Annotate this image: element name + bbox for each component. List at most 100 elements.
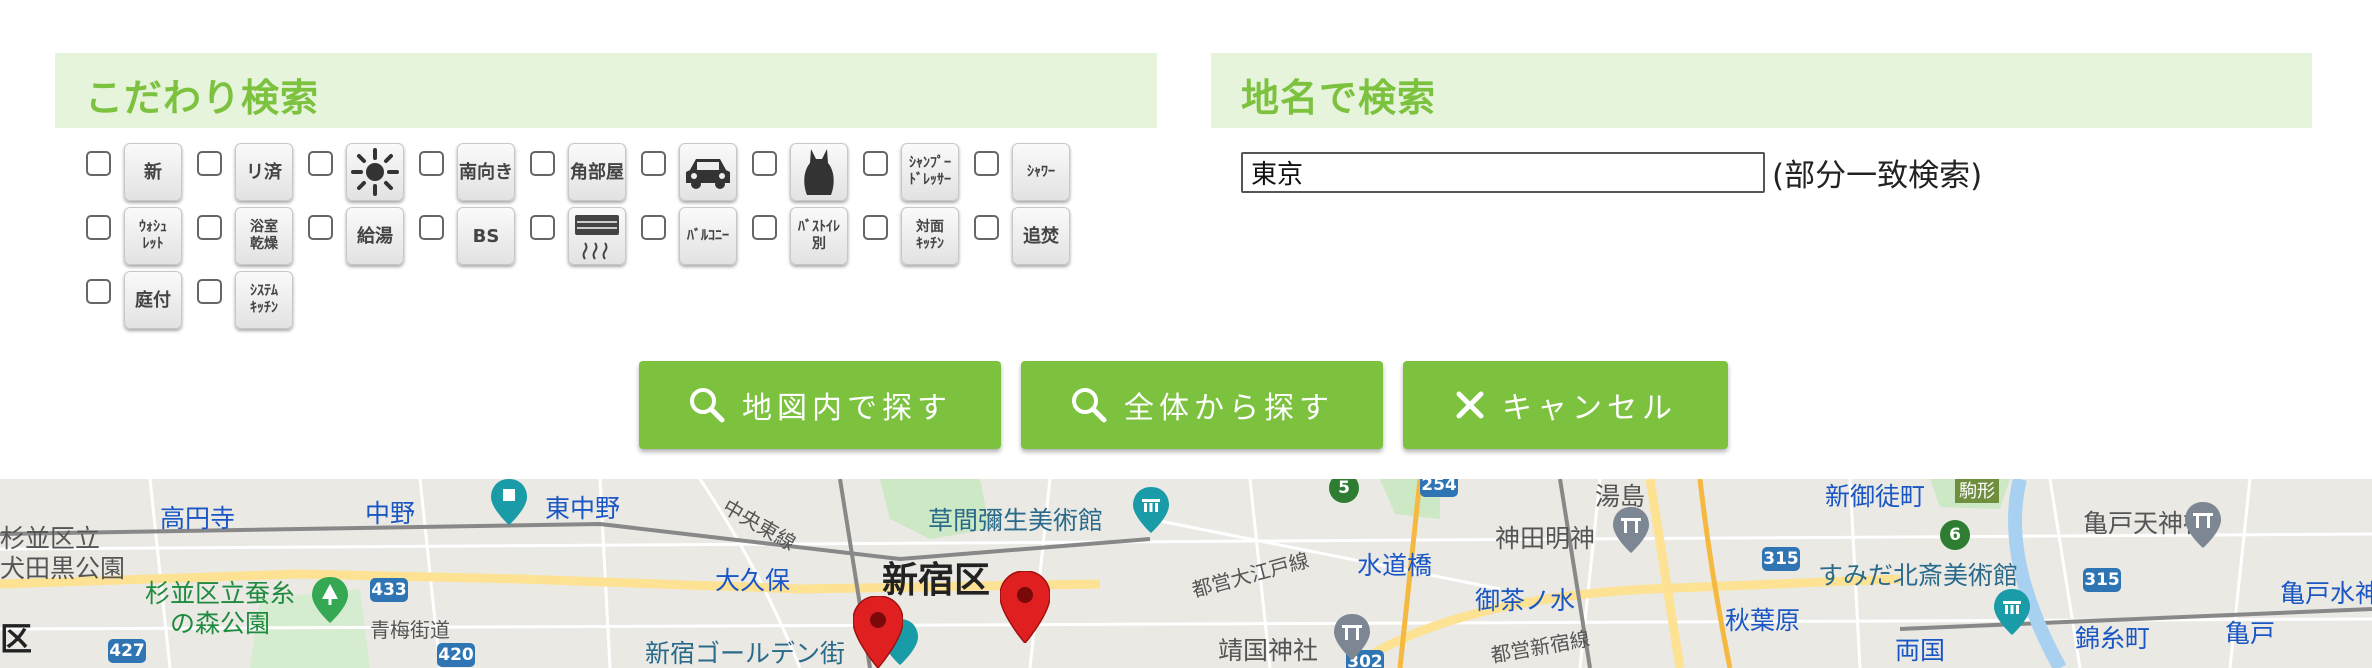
feature-tile-label: 給湯	[357, 225, 393, 247]
cat-icon[interactable]	[790, 143, 848, 201]
place-panel-title: 地名で検索	[1241, 76, 1437, 120]
property-pin-icon[interactable]	[1000, 571, 1050, 643]
map-label: 錦糸町	[2075, 624, 2151, 653]
feature-tile-label: 追焚	[1023, 225, 1059, 247]
route-shield: 315	[2083, 568, 2121, 592]
feature-checkbox[interactable]	[641, 215, 666, 240]
car-icon[interactable]	[679, 143, 737, 201]
cancel-button[interactable]: キャンセル	[1403, 361, 1728, 449]
map-label: 高円寺	[160, 504, 236, 533]
map-label: 新宿ゴールデン街	[645, 639, 846, 668]
feature-tile-label: リ済	[246, 161, 282, 183]
route-shield: 427	[108, 639, 146, 663]
feature-checkbox[interactable]	[974, 151, 999, 176]
feature-tile[interactable]: 浴室 乾燥	[235, 207, 293, 265]
map-label: 両国	[1895, 636, 1946, 665]
feature-tile-label: ﾊﾞｽﾄｲﾚ 別	[798, 219, 840, 252]
search-in-map-label: 地図内で探す	[742, 391, 952, 426]
feature-tile-label: 庭付	[135, 289, 171, 311]
map-label: 中野	[365, 499, 416, 528]
museum-marker-icon	[1133, 487, 1169, 533]
feature-tile[interactable]: BS	[457, 207, 515, 265]
close-icon	[1454, 389, 1486, 421]
map-label: 秋葉原	[1725, 606, 1801, 635]
feature-tile[interactable]: 対面 ｷｯﾁﾝ	[901, 207, 959, 265]
map-label: 青梅街道	[370, 618, 450, 642]
poi-marker-icon	[491, 479, 527, 525]
feature-tile[interactable]: リ済	[235, 143, 293, 201]
feature-checkbox[interactable]	[86, 215, 111, 240]
feature-tile-label: 新	[144, 161, 162, 183]
map-label: 東中野	[545, 494, 621, 523]
feature-tile-label: BS	[472, 225, 500, 247]
feature-tile[interactable]: ｼｬﾝﾌﾟｰ ﾄﾞﾚｯｻｰ	[901, 143, 959, 201]
feature-checkbox[interactable]	[197, 215, 222, 240]
feature-checkbox[interactable]	[308, 215, 333, 240]
shrine-marker-icon	[2185, 502, 2221, 548]
route-shield: 254	[1420, 479, 1458, 497]
route-shield: 420	[437, 643, 475, 667]
feature-checkbox[interactable]	[530, 215, 555, 240]
filter-panel-header: こだわり検索	[55, 53, 1157, 128]
feature-tile[interactable]: 追焚	[1012, 207, 1070, 265]
feature-tile[interactable]: ｳｫｼｭ ﾚｯﾄ	[124, 207, 182, 265]
museum-marker-icon	[1994, 589, 2030, 635]
feature-tile-label: ｼｽﾃﾑ ｷｯﾁﾝ	[250, 283, 278, 316]
filter-panel-title: こだわり検索	[85, 76, 320, 120]
feature-tile[interactable]: ﾊﾞｽﾄｲﾚ 別	[790, 207, 848, 265]
map-label: の森公園	[170, 609, 271, 638]
feature-checkbox[interactable]	[752, 151, 777, 176]
route-shield: 6	[1940, 520, 1970, 550]
feature-tile-label: 浴室 乾燥	[250, 219, 278, 252]
map-label: 草間彌生美術館	[928, 506, 1104, 535]
feature-checkbox[interactable]	[86, 279, 111, 304]
map-label: 神田明神	[1495, 524, 1596, 553]
route-shield: 315	[1762, 547, 1800, 571]
feature-tile-label: ｼｬﾜｰ	[1027, 163, 1055, 180]
air-conditioner-icon[interactable]	[568, 207, 626, 265]
route-shield: 433	[370, 578, 408, 602]
feature-tile[interactable]: 南向き	[457, 143, 515, 201]
feature-tile[interactable]: ｼｽﾃﾑ ｷｯﾁﾝ	[235, 271, 293, 329]
feature-checkbox[interactable]	[197, 279, 222, 304]
feature-tile[interactable]: 庭付	[124, 271, 182, 329]
feature-tile-label: 対面 ｷｯﾁﾝ	[916, 219, 944, 252]
feature-tile-label: ｳｫｼｭ ﾚｯﾄ	[139, 219, 167, 252]
place-panel-header: 地名で検索	[1211, 53, 2312, 128]
map-label: 大久保	[715, 566, 791, 595]
search-in-map-button[interactable]: 地図内で探す	[639, 361, 1001, 449]
place-search-input[interactable]	[1241, 152, 1765, 193]
feature-checkbox[interactable]	[863, 215, 888, 240]
map-view[interactable]: 杉並区立 犬田黒公園 高円寺 中野 東中野 中央東線 草間彌生美術館 新宿区 大…	[0, 479, 2372, 668]
feature-tile-label: ｼｬﾝﾌﾟｰ ﾄﾞﾚｯｻｰ	[909, 155, 951, 188]
feature-checkbox[interactable]	[197, 151, 222, 176]
map-label: 駒形	[1955, 479, 1999, 503]
feature-checkbox[interactable]	[974, 215, 999, 240]
feature-checkbox[interactable]	[419, 215, 444, 240]
map-label: 区	[0, 620, 33, 658]
feature-tile-label: ﾊﾞﾙｺﾆｰ	[687, 227, 729, 244]
feature-tile[interactable]: 給湯	[346, 207, 404, 265]
feature-checkbox[interactable]	[530, 151, 555, 176]
map-label: 水道橋	[1357, 551, 1433, 580]
map-label: 亀戸水神	[2280, 579, 2372, 608]
feature-tile[interactable]: ｼｬﾜｰ	[1012, 143, 1070, 201]
feature-tile[interactable]: 新	[124, 143, 182, 201]
feature-checkbox[interactable]	[752, 215, 777, 240]
feature-checkbox[interactable]	[863, 151, 888, 176]
map-label: 犬田黒公園	[0, 554, 126, 583]
search-icon	[1070, 386, 1108, 424]
sun-icon[interactable]	[346, 143, 404, 201]
feature-checkbox[interactable]	[308, 151, 333, 176]
search-all-label: 全体から探す	[1124, 391, 1334, 426]
feature-tile[interactable]: ﾊﾞﾙｺﾆｰ	[679, 207, 737, 265]
feature-checkbox[interactable]	[419, 151, 444, 176]
feature-checkbox[interactable]	[641, 151, 666, 176]
feature-tile[interactable]: 角部屋	[568, 143, 626, 201]
search-icon	[688, 386, 726, 424]
feature-checkbox[interactable]	[86, 151, 111, 176]
feature-tile-label: 南向き	[459, 161, 513, 183]
property-pin-icon[interactable]	[853, 596, 903, 668]
shrine-marker-icon	[1613, 507, 1649, 553]
search-all-button[interactable]: 全体から探す	[1021, 361, 1383, 449]
